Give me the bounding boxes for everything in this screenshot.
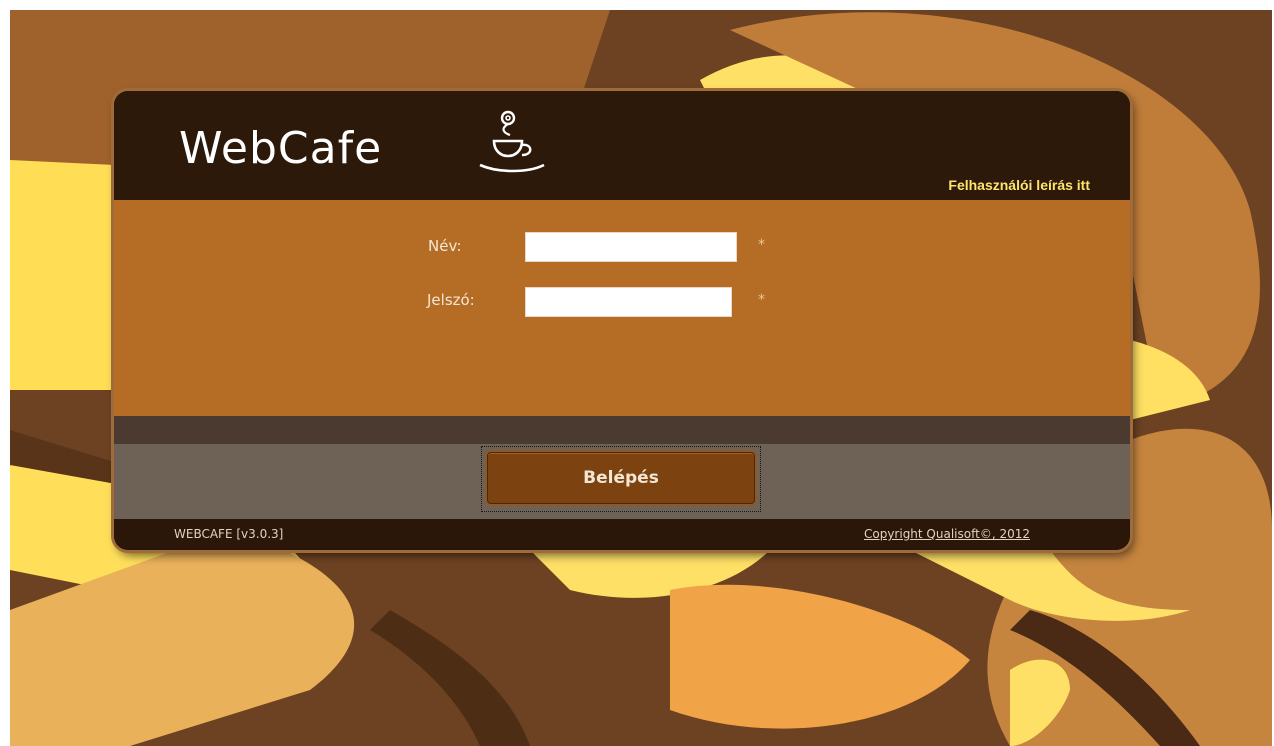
password-input[interactable] xyxy=(525,287,732,317)
password-label: Jelszó: xyxy=(427,291,475,309)
name-label: Név: xyxy=(428,237,462,255)
user-manual-link[interactable]: Felhasználói leírás itt xyxy=(948,177,1090,193)
login-form: Név: * Jelszó: * xyxy=(114,200,1130,416)
password-required-mark: * xyxy=(758,292,765,308)
login-panel: WebCafe Felhasználói leírás itt Név: * J… xyxy=(114,91,1130,550)
name-required-mark: * xyxy=(758,237,765,253)
version-text: WEBCAFE [v3.0.3] xyxy=(174,527,284,541)
header-bar: WebCafe Felhasználói leírás itt xyxy=(114,91,1130,200)
coffee-cup-icon xyxy=(479,110,545,173)
footer-bar: WEBCAFE [v3.0.3] Copyright Qualisoft©, 2… xyxy=(114,519,1130,550)
app-logo-text: WebCafe xyxy=(179,123,383,174)
copyright-link[interactable]: Copyright Qualisoft©, 2012 xyxy=(864,527,1030,541)
login-button[interactable]: Belépés xyxy=(487,452,755,504)
name-input[interactable] xyxy=(525,232,737,262)
divider-band xyxy=(114,416,1130,444)
action-bar: Belépés xyxy=(114,444,1130,519)
